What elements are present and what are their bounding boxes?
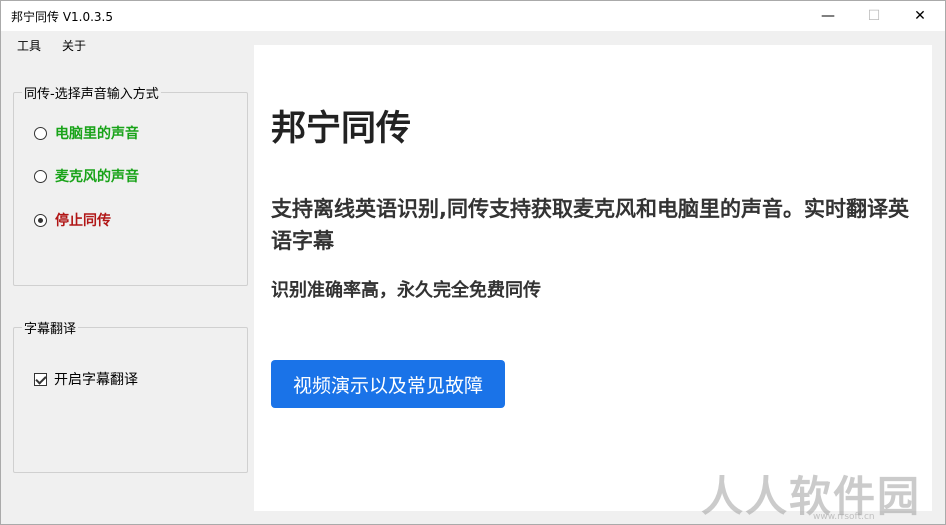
- minimize-icon: —: [821, 8, 835, 24]
- page-title: 邦宁同传: [271, 109, 412, 149]
- radio-stop[interactable]: 停止同传: [34, 210, 111, 230]
- radio-label: 停止同传: [55, 213, 111, 229]
- maximize-button[interactable]: ☐: [851, 1, 897, 31]
- menu-tools[interactable]: 工具: [17, 37, 41, 54]
- radio-circle-icon[interactable]: [34, 169, 47, 183]
- feature-subdescription: 识别准确率高，永久完全免费同传: [271, 280, 541, 301]
- watermark-text: 人人软件园: [701, 472, 922, 521]
- subtitle-toggle[interactable]: 开启字幕翻译: [34, 369, 138, 389]
- subtitle-legend: 字幕翻译: [22, 318, 79, 337]
- radio-computer-audio[interactable]: 电脑里的声音: [34, 123, 139, 143]
- radio-microphone[interactable]: 麦克风的声音: [34, 166, 139, 186]
- app-window: 邦宁同传 V1.0.3.5 — ☐ ✕ 工具 关于 同传-选择声音输入方式 电脑…: [0, 0, 946, 525]
- menu-about[interactable]: 关于: [62, 37, 86, 54]
- content-panel: 邦宁同传 支持离线英语识别,同传支持获取麦克风和电脑里的声音。实时翻译英语字幕 …: [254, 45, 932, 511]
- title-bar[interactable]: 邦宁同传 V1.0.3.5 — ☐ ✕: [1, 1, 945, 31]
- input-mode-group: 同传-选择声音输入方式 电脑里的声音 麦克风的声音 停止同传: [13, 83, 248, 286]
- radio-checked-icon[interactable]: [34, 213, 47, 227]
- checkbox-checked-icon[interactable]: [34, 372, 47, 386]
- feature-description: 支持离线英语识别,同传支持获取麦克风和电脑里的声音。实时翻译英语字幕: [271, 197, 909, 253]
- subtitle-group: 字幕翻译 开启字幕翻译: [13, 318, 248, 473]
- radio-label: 麦克风的声音: [55, 169, 139, 185]
- window-title: 邦宁同传 V1.0.3.5: [11, 10, 114, 24]
- minimize-button[interactable]: —: [805, 1, 851, 31]
- video-help-button[interactable]: 视频演示以及常见故障: [271, 360, 505, 408]
- watermark-url: www.rrsoft.cn: [813, 512, 875, 522]
- radio-circle-icon[interactable]: [34, 126, 47, 140]
- input-mode-legend: 同传-选择声音输入方式: [22, 83, 161, 102]
- close-button[interactable]: ✕: [897, 1, 943, 31]
- maximize-icon: ☐: [867, 8, 881, 24]
- radio-label: 电脑里的声音: [55, 126, 139, 142]
- checkbox-label: 开启字幕翻译: [54, 372, 138, 388]
- close-icon: ✕: [914, 8, 926, 24]
